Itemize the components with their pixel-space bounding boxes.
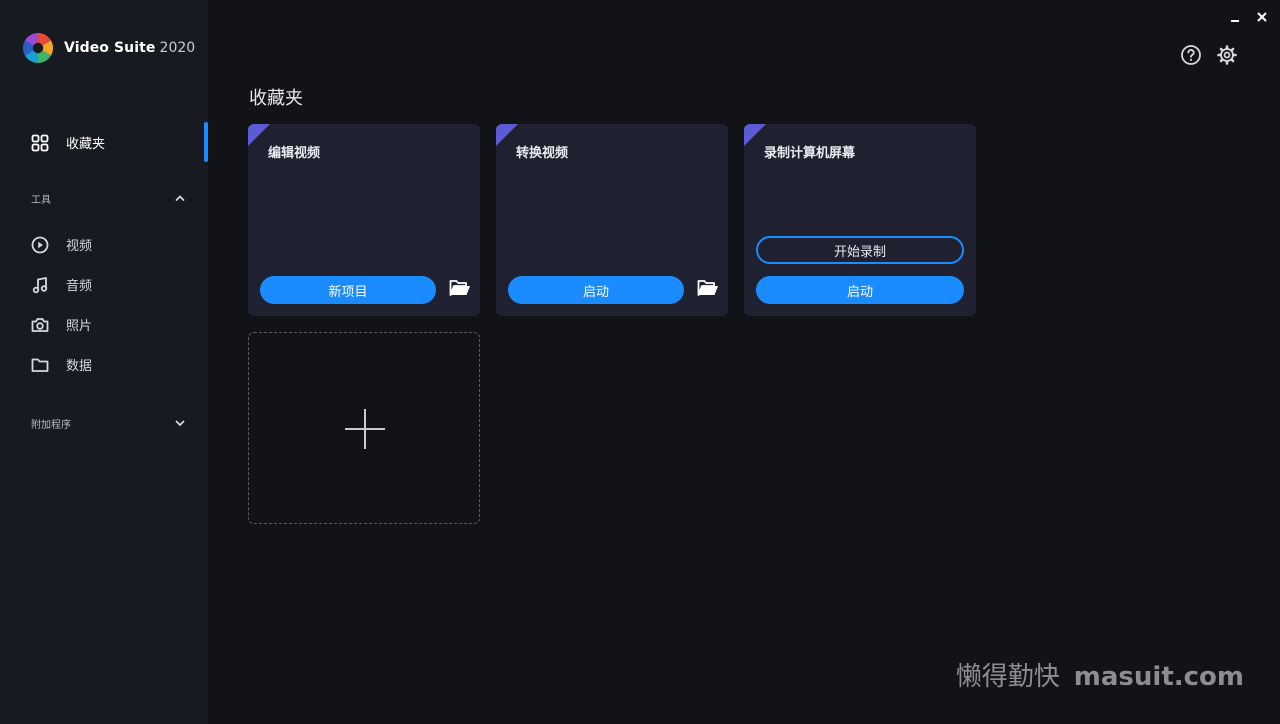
card-title: 录制计算机屏幕 (764, 146, 856, 161)
section-tools[interactable]: 工具 (0, 188, 208, 208)
sidebar-item-data[interactable]: 数据 (0, 344, 208, 384)
sidebar: Video Suite 2020 收藏夹 工具 视频 音频 照片 数据 附加程序 (0, 0, 208, 724)
close-icon[interactable] (1255, 10, 1269, 24)
favorite-card-edit-video[interactable]: 编辑视频 新项目 (248, 124, 480, 316)
watermark: 懒得勤快 masuit.com (956, 656, 1244, 693)
add-favorite-card[interactable] (248, 332, 480, 524)
aperture-logo-icon (22, 32, 54, 64)
chevron-down-icon (175, 420, 185, 427)
sidebar-item-label: 音频 (66, 278, 93, 294)
sidebar-item-label: 收藏夹 (66, 136, 106, 152)
open-folder-icon[interactable] (697, 278, 719, 298)
sidebar-item-label: 照片 (66, 318, 93, 334)
new-project-button[interactable]: 新项目 (260, 276, 436, 304)
help-icon[interactable] (1180, 44, 1202, 66)
section-addons-label: 附加程序 (31, 420, 71, 431)
app-name: Video Suite (64, 40, 156, 56)
page-title: 收藏夹 (249, 88, 303, 109)
app-logo: Video Suite 2020 (22, 32, 195, 64)
favorite-card-screen-recorder[interactable]: 录制计算机屏幕 开始录制 启动 (744, 124, 976, 316)
favorite-card-convert-video[interactable]: 转换视频 启动 (496, 124, 728, 316)
play-circle-icon (31, 236, 49, 254)
card-title: 编辑视频 (268, 146, 321, 161)
sidebar-item-audio[interactable]: 音频 (0, 264, 208, 304)
card-title: 转换视频 (516, 146, 569, 161)
section-tools-label: 工具 (31, 195, 51, 206)
launch-button[interactable]: 启动 (756, 276, 964, 304)
open-folder-icon[interactable] (449, 278, 471, 298)
folder-icon (31, 358, 49, 372)
settings-gear-icon[interactable] (1216, 44, 1238, 66)
launch-button[interactable]: 启动 (508, 276, 684, 304)
sidebar-item-label: 视频 (66, 238, 93, 254)
minimize-icon[interactable] (1228, 10, 1242, 24)
app-version: 2020 (159, 40, 196, 56)
sidebar-item-photo[interactable]: 照片 (0, 304, 208, 344)
section-addons[interactable]: 附加程序 (0, 413, 208, 433)
grid-icon (31, 134, 49, 152)
card-corner-badge (496, 124, 518, 146)
chevron-up-icon (175, 195, 185, 201)
watermark-url: masuit.com (1073, 662, 1244, 692)
sidebar-item-favorites[interactable]: 收藏夹 (0, 122, 208, 162)
music-note-icon (32, 277, 48, 294)
card-corner-badge (744, 124, 766, 146)
sidebar-item-label: 数据 (66, 358, 93, 374)
watermark-cn: 懒得勤快 (955, 662, 1060, 692)
active-indicator (204, 122, 208, 162)
sidebar-item-video[interactable]: 视频 (0, 224, 208, 264)
card-corner-badge (248, 124, 270, 146)
plus-icon (345, 409, 385, 449)
start-recording-button[interactable]: 开始录制 (756, 236, 964, 264)
camera-icon (31, 318, 49, 332)
